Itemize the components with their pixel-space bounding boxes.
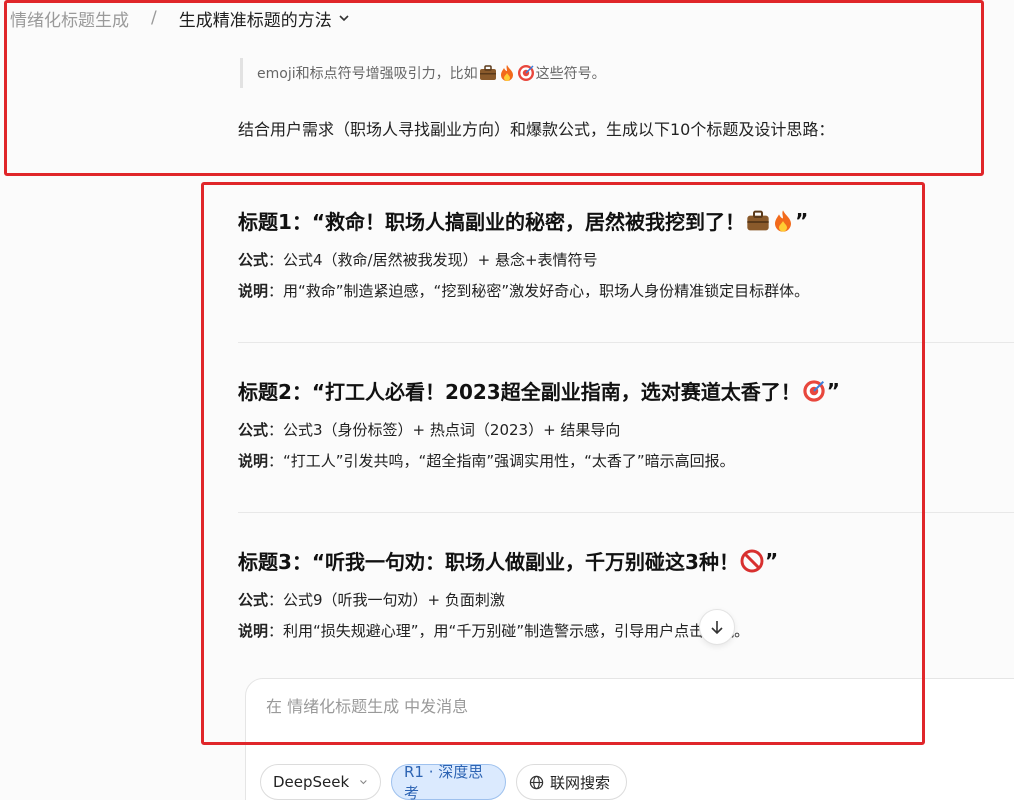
- title-heading: 标题3：“听我一句劝：职场人做副业，千万别碰这3种！ ”: [238, 546, 1008, 575]
- divider: [238, 512, 1014, 513]
- formula-text: ：公式3（身份标签）+ 热点词（2023）+ 结果导向: [268, 421, 621, 439]
- title-block-3: 标题3：“听我一句劝：职场人做副业，千万别碰这3种！ ” 公式：公式9（听我一句…: [238, 546, 1008, 641]
- breadcrumb-root[interactable]: 情绪化标题生成: [10, 6, 129, 31]
- title-block-1: 标题1：“救命！职场人搞副业的秘密，居然被我挖到了！ ” 公式：公式4（救命/居…: [238, 206, 1008, 301]
- title-heading: 标题1：“救命！职场人搞副业的秘密，居然被我挖到了！ ”: [238, 206, 1008, 235]
- formula-text: ：公式9（听我一句劝）+ 负面刺激: [268, 591, 505, 609]
- deep-think-toggle[interactable]: R1 · 深度思考: [391, 763, 506, 800]
- formula-line: 公式：公式4（救命/居然被我发现）+ 悬念+表情符号: [238, 249, 1008, 270]
- formula-text: ：公式4（救命/居然被我发现）+ 悬念+表情符号: [268, 251, 598, 269]
- explain-text: ：利用“损失规避心理”，用“千万别碰”制造警示感，引导用户点击避坑。: [268, 622, 750, 640]
- explain-label: 说明: [238, 282, 269, 300]
- fire-icon: [775, 209, 792, 232]
- title-heading-text: 标题2：“打工人必看！2023超全副业指南，选对赛道太香了！: [238, 380, 801, 404]
- chevron-down-icon: [360, 780, 367, 785]
- arrow-down-icon: [711, 621, 723, 635]
- formula-label: 公式: [238, 591, 269, 609]
- no-entry-icon: [740, 549, 764, 572]
- model-select-label: DeepSeek: [273, 773, 350, 791]
- formula-line: 公式：公式9（听我一句劝）+ 负面刺激: [238, 589, 1008, 610]
- title-heading-end: ”: [795, 208, 809, 233]
- fire-icon: [500, 65, 513, 81]
- model-select[interactable]: DeepSeek: [260, 764, 381, 800]
- briefcase-icon: [747, 210, 769, 230]
- briefcase-icon: [479, 65, 496, 80]
- intro-paragraph: 结合用户需求（职场人寻找副业方向）和爆款公式，生成以下10个标题及设计思路：: [238, 120, 835, 139]
- web-search-toggle[interactable]: 联网搜索: [516, 764, 627, 800]
- target-icon: [803, 379, 825, 402]
- title-heading: 标题2：“打工人必看！2023超全副业指南，选对赛道太香了！ ”: [238, 376, 1008, 405]
- explain-line: 说明：用“救命”制造紧迫感，“挖到秘密”激发好奇心，职场人身份精准锁定目标群体。: [238, 280, 1008, 301]
- breadcrumb-current-label: 生成精准标题的方法: [178, 10, 332, 31]
- scroll-to-bottom-button[interactable]: [699, 609, 735, 645]
- title-heading-end: ”: [764, 548, 779, 573]
- explain-text: ：“打工人”引发共鸣，“超全指南”强调实用性，“太香了”暗示高回报。: [268, 452, 735, 470]
- breadcrumb-separator: /: [151, 8, 157, 28]
- breadcrumb-current[interactable]: 生成精准标题的方法: [179, 6, 350, 31]
- title-heading-text: 标题1：“救命！职场人搞副业的秘密，居然被我挖到了！: [238, 210, 746, 234]
- message-input[interactable]: [266, 697, 926, 716]
- title-heading-text: 标题3：“听我一句劝：职场人做副业，千万别碰这3种！: [238, 550, 739, 574]
- blockquote: emoji和标点符号增强吸引力，比如 这些符号。: [240, 58, 606, 88]
- globe-icon: [529, 775, 544, 789]
- explain-text: ：用“救命”制造紧迫感，“挖到秘密”激发好奇心，职场人身份精准锁定目标群体。: [268, 282, 810, 300]
- target-icon: [517, 65, 534, 81]
- divider: [238, 342, 1014, 343]
- explain-label: 说明: [238, 622, 269, 640]
- explain-line: 说明：利用“损失规避心理”，用“千万别碰”制造警示感，引导用户点击避坑。: [238, 620, 1008, 641]
- formula-line: 公式：公式3（身份标签）+ 热点词（2023）+ 结果导向: [238, 419, 1008, 440]
- formula-label: 公式: [238, 251, 269, 269]
- deep-think-label: R1 · 深度思考: [404, 763, 484, 800]
- breadcrumb: 情绪化标题生成 / 生成精准标题的方法: [10, 6, 350, 31]
- formula-label: 公式: [238, 421, 269, 439]
- title-block-2: 标题2：“打工人必看！2023超全副业指南，选对赛道太香了！ ” 公式：公式3（…: [238, 376, 1008, 471]
- title-heading-end: ”: [826, 378, 840, 403]
- chevron-down-icon: [339, 15, 349, 22]
- quote-text-before: emoji和标点符号增强吸引力，比如: [257, 66, 478, 82]
- explain-line: 说明：“打工人”引发共鸣，“超全指南”强调实用性，“太香了”暗示高回报。: [238, 450, 1008, 471]
- web-search-label: 联网搜索: [550, 773, 611, 792]
- explain-label: 说明: [238, 452, 269, 470]
- quote-text-after: 这些符号。: [535, 66, 606, 82]
